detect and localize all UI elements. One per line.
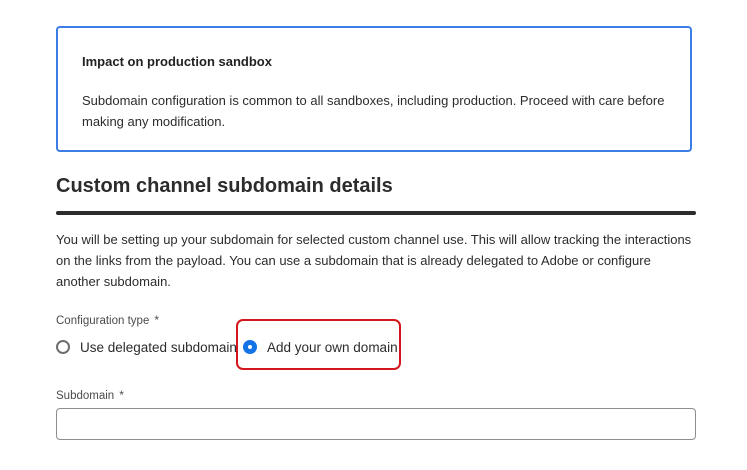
- production-sandbox-notice: Impact on production sandbox Subdomain c…: [56, 26, 692, 152]
- configuration-type-label: Configuration type *: [56, 313, 159, 327]
- notice-body: Subdomain configuration is common to all…: [82, 93, 665, 129]
- section-divider: [56, 211, 696, 215]
- section-description: You will be setting up your subdomain fo…: [56, 232, 692, 289]
- required-asterisk: *: [119, 388, 124, 402]
- subdomain-label-text: Subdomain: [56, 390, 115, 402]
- section-title: Custom channel subdomain details: [56, 175, 393, 197]
- radio-label: Use delegated subdomain: [80, 339, 237, 355]
- notice-title: Impact on production sandbox: [82, 54, 272, 69]
- subdomain-input[interactable]: [56, 408, 696, 440]
- subdomain-label: Subdomain *: [56, 388, 124, 402]
- radio-use-delegated-subdomain[interactable]: Use delegated subdomain: [56, 335, 237, 359]
- radio-unselected-icon[interactable]: [56, 340, 70, 354]
- configuration-type-label-text: Configuration type: [56, 315, 150, 327]
- required-asterisk: *: [154, 313, 160, 327]
- highlight-box: [236, 319, 401, 370]
